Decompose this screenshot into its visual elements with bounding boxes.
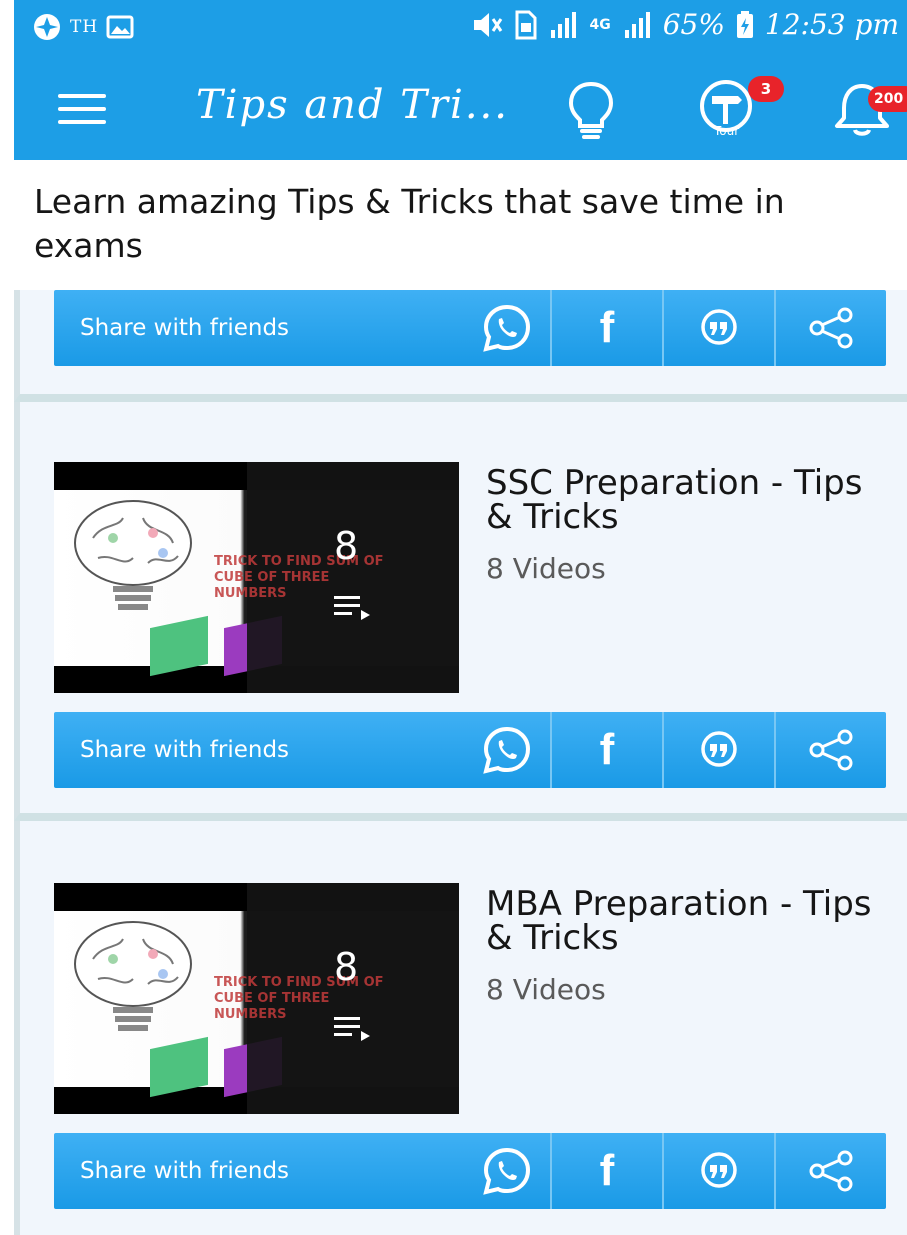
whatsapp-icon (483, 1147, 531, 1195)
playlist-video-count: 8 Videos (486, 973, 606, 1006)
notification-badge: 200 (868, 86, 907, 112)
app-title: Tips and Tri... (196, 82, 509, 128)
share-label: Share with friends (80, 1158, 290, 1184)
brain-bulb-illustration (74, 500, 192, 610)
hangouts-share-button[interactable] (662, 290, 774, 366)
playlist-icon (334, 1017, 370, 1041)
share-more-button[interactable] (774, 1133, 886, 1209)
lightbulb-icon[interactable] (564, 80, 618, 140)
facebook-share-button[interactable]: f (550, 290, 662, 366)
whatsapp-share-button[interactable] (464, 290, 550, 366)
brain-bulb-illustration (74, 921, 192, 1031)
playlist-video-count: 8 Videos (486, 552, 606, 585)
intro-card: Share with friends f (14, 290, 907, 402)
share-bar: Share with friends f (54, 712, 886, 788)
facebook-icon: f (599, 1146, 615, 1195)
hamburger-menu-icon[interactable] (58, 94, 106, 124)
facebook-icon: f (599, 303, 615, 352)
playlist-icon (334, 596, 370, 620)
share-icon (809, 729, 853, 771)
status-bar: TH 4G 65% 12:53 pm (14, 0, 907, 56)
gallery-icon (106, 15, 134, 39)
status-carrier-text: TH (70, 17, 99, 37)
share-bar: Share with friends f (54, 290, 886, 366)
playlist-card-ssc[interactable]: TRICK TO FIND SUM OF CUBE OF THREE NUMBE… (14, 402, 907, 821)
content-area: Learn amazing Tips & Tricks that save ti… (14, 160, 907, 1235)
playlist-thumbnail[interactable]: TRICK TO FIND SUM OF CUBE OF THREE NUMBE… (54, 883, 459, 1114)
whatsapp-share-button[interactable] (464, 1133, 550, 1209)
playlist-title[interactable]: MBA Preparation - Tips & Tricks (486, 887, 886, 955)
facebook-share-button[interactable]: f (550, 1133, 662, 1209)
whatsapp-icon (483, 726, 531, 774)
clock: 12:53 pm (764, 8, 899, 41)
share-bar: Share with friends f (54, 1133, 886, 1209)
network-type: 4G (589, 16, 611, 33)
share-icon (809, 1150, 853, 1192)
share-icon (809, 307, 853, 349)
whatsapp-icon (483, 304, 531, 352)
playlist-title[interactable]: SSC Preparation - Tips & Tricks (486, 466, 886, 534)
share-label: Share with friends (80, 315, 290, 341)
battery-percent: 65% (662, 8, 725, 41)
mute-icon (474, 12, 503, 37)
app-bar: Tips and Tri... Tour 3 200 (14, 56, 907, 160)
hangouts-icon (701, 1152, 737, 1188)
hangouts-icon (701, 731, 737, 767)
hangouts-icon (701, 309, 737, 345)
signal-icon-2 (624, 11, 650, 38)
battery-icon (736, 10, 753, 38)
hangouts-share-button[interactable] (662, 1133, 774, 1209)
signal-icon-1 (551, 11, 577, 38)
tour-badge: 3 (748, 76, 784, 102)
share-more-button[interactable] (774, 712, 886, 788)
share-more-button[interactable] (774, 290, 886, 366)
thumbnail-video-count: 8 (334, 524, 359, 568)
hangouts-share-button[interactable] (662, 712, 774, 788)
whatsapp-share-button[interactable] (464, 712, 550, 788)
share-label: Share with friends (80, 737, 290, 763)
status-left: TH (32, 12, 134, 42)
app-status-icon (34, 14, 60, 40)
playlist-card-mba[interactable]: TRICK TO FIND SUM OF CUBE OF THREE NUMBE… (14, 821, 907, 1235)
status-right: 4G 65% 12:53 pm (471, 8, 899, 41)
sim-icon (515, 10, 537, 39)
tour-label: Tour (714, 124, 740, 138)
playlist-thumbnail[interactable]: TRICK TO FIND SUM OF CUBE OF THREE NUMBE… (54, 462, 459, 693)
facebook-share-button[interactable]: f (550, 712, 662, 788)
page-heading: Learn amazing Tips & Tricks that save ti… (34, 182, 785, 265)
facebook-icon: f (599, 725, 615, 774)
thumbnail-video-count: 8 (334, 945, 359, 989)
